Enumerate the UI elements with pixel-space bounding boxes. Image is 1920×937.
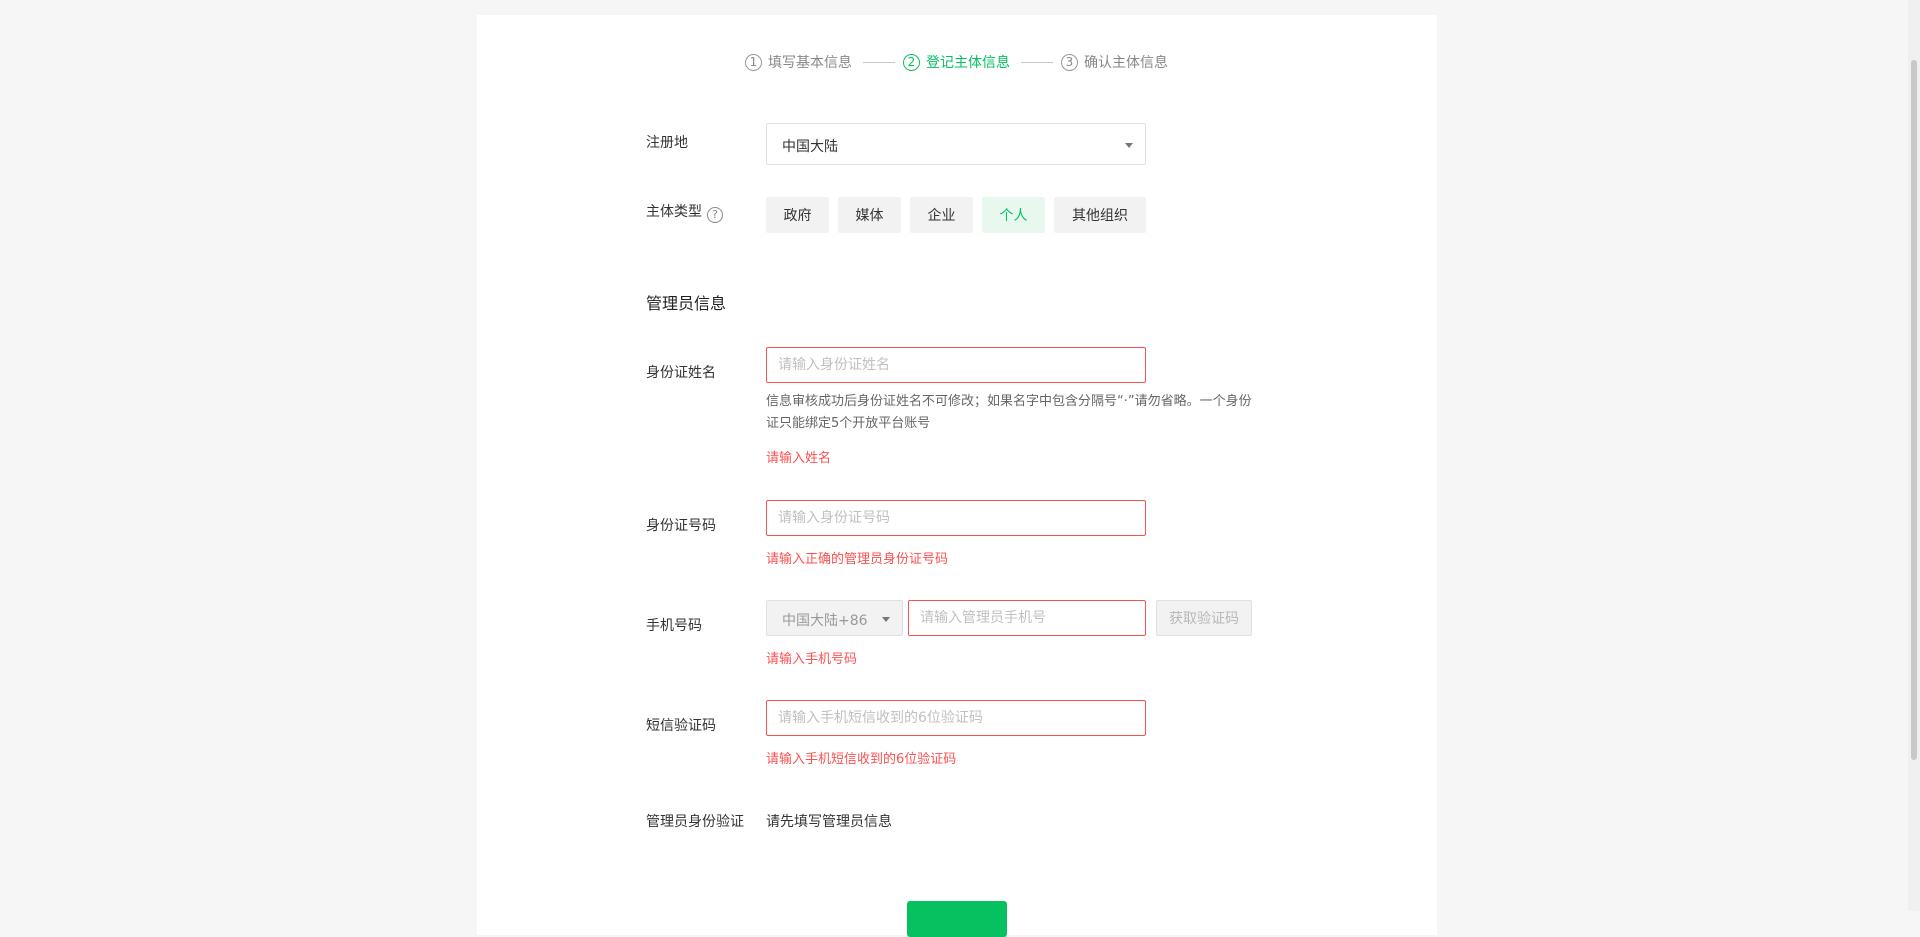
admin-verify-text: 请先填写管理员信息 <box>766 814 892 830</box>
entity-type-option-government[interactable]: 政府 <box>766 197 829 233</box>
step-1-label: 填写基本信息 <box>768 55 852 71</box>
entity-type-option-individual[interactable]: 个人 <box>982 197 1045 233</box>
entity-type-option-media[interactable]: 媒体 <box>838 197 901 233</box>
id-number-error: 请输入正确的管理员身份证号码 <box>766 552 949 567</box>
phone-error: 请输入手机号码 <box>766 652 858 667</box>
register-location-value: 中国大陆 <box>782 139 838 155</box>
step-3: 3 确认主体信息 <box>1061 51 1168 73</box>
step-3-label: 确认主体信息 <box>1084 55 1168 71</box>
entity-type-option-other[interactable]: 其他组织 <box>1054 197 1146 233</box>
get-code-button[interactable]: 获取验证码 <box>1156 600 1252 636</box>
register-location-label: 注册地 <box>646 135 688 151</box>
chevron-down-icon <box>1125 143 1133 148</box>
phone-country-select[interactable]: 中国大陆+86 <box>766 600 903 636</box>
step-2-number: 2 <box>903 53 920 71</box>
id-name-field[interactable] <box>766 347 1146 383</box>
entity-type-label: 主体类型? <box>646 201 723 223</box>
id-name-hint: 信息审核成功后身份证姓名不可修改；如果名字中包含分隔号“·”请勿省略。一个身份 … <box>766 391 1306 435</box>
step-divider <box>863 62 895 63</box>
step-1-number: 1 <box>745 53 762 71</box>
admin-verify-label: 管理员身份验证 <box>646 814 744 830</box>
step-3-number: 3 <box>1061 53 1078 71</box>
id-number-label: 身份证号码 <box>646 518 716 534</box>
phone-input[interactable] <box>909 601 1145 635</box>
chevron-down-icon <box>882 617 890 622</box>
entity-type-label-text: 主体类型 <box>646 204 702 220</box>
register-location-select[interactable]: 中国大陆 <box>766 123 1146 165</box>
phone-field[interactable] <box>908 600 1146 636</box>
id-number-input[interactable] <box>767 501 1145 535</box>
sms-code-field[interactable] <box>766 700 1146 736</box>
id-name-hint-line-1: 信息审核成功后身份证姓名不可修改；如果名字中包含分隔号“·”请勿省略。一个身份 <box>766 394 1252 409</box>
step-divider <box>1021 62 1053 63</box>
phone-label: 手机号码 <box>646 618 702 634</box>
id-name-input[interactable] <box>767 348 1145 382</box>
next-button[interactable] <box>907 901 1007 937</box>
id-name-error: 请输入姓名 <box>766 451 832 466</box>
entity-type-option-enterprise[interactable]: 企业 <box>910 197 973 233</box>
id-name-label: 身份证姓名 <box>646 365 716 381</box>
sms-code-label: 短信验证码 <box>646 718 716 734</box>
admin-section-title: 管理员信息 <box>646 294 727 313</box>
step-2-label: 登记主体信息 <box>926 55 1010 71</box>
step-2: 2 登记主体信息 <box>903 51 1010 73</box>
phone-country-value: 中国大陆+86 <box>782 613 868 629</box>
step-indicator: 1 填写基本信息 2 登记主体信息 3 确认主体信息 <box>477 51 1437 73</box>
page-scrollbar[interactable] <box>1908 0 1920 911</box>
scrollbar-thumb[interactable] <box>1911 60 1917 760</box>
id-number-field[interactable] <box>766 500 1146 536</box>
step-1: 1 填写基本信息 <box>745 51 852 73</box>
help-icon[interactable]: ? <box>707 206 723 223</box>
id-name-hint-line-2: 证只能绑定5个开放平台账号 <box>766 416 931 431</box>
sms-code-input[interactable] <box>767 701 1145 735</box>
form-card: 1 填写基本信息 2 登记主体信息 3 确认主体信息 注册地 中国大陆 主体类型… <box>477 15 1437 937</box>
sms-code-error: 请输入手机短信收到的6位验证码 <box>766 752 957 767</box>
